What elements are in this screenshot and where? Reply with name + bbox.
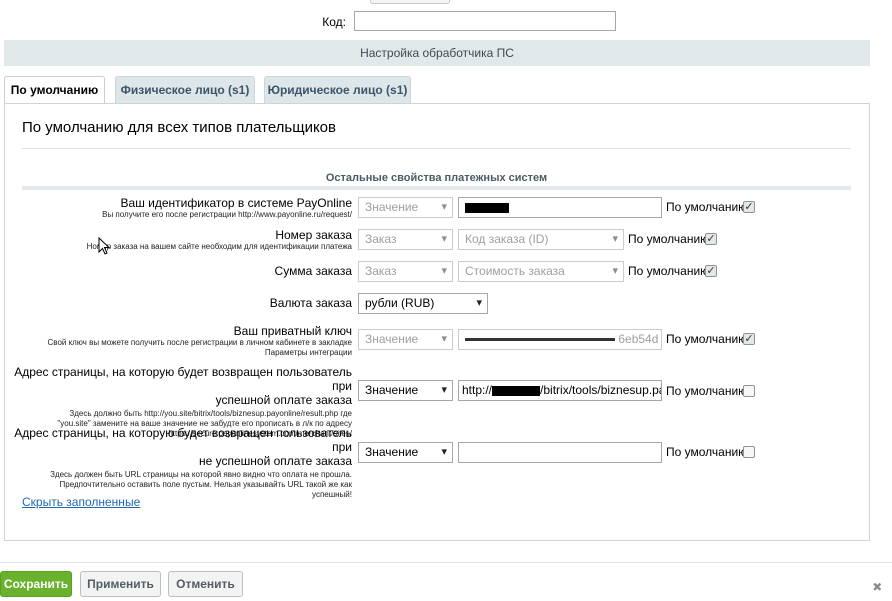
- success-url-default-checkbox[interactable]: [743, 385, 755, 397]
- field-label-order-number: Номер заказа Номер заказа на вашем сайте…: [86, 228, 352, 251]
- success-url-prefix: http://: [462, 383, 493, 397]
- currency-select[interactable]: рубли (RUB): [358, 293, 488, 314]
- success-url-input[interactable]: http:// /bitrix/tools/biznesup.pay: [458, 380, 662, 401]
- fail-url-default-checkbox[interactable]: [743, 446, 755, 458]
- field-label-private-key: Ваш приватный ключ Свой ключ вы можете п…: [47, 324, 352, 357]
- panel-title: По умолчанию для всех типов плательщиков: [22, 119, 336, 136]
- merchant-id-input[interactable]: [458, 197, 662, 218]
- order-sum-default-checkbox[interactable]: ✓: [705, 265, 717, 277]
- field-label-order-sum: Сумма заказа: [274, 264, 352, 278]
- mouse-pointer-icon: [98, 237, 110, 255]
- code-label: Код:: [322, 15, 346, 29]
- success-url-default-label: По умолчанию: [666, 384, 748, 398]
- cancel-button[interactable]: Отменить: [168, 571, 243, 597]
- merchant-id-default-checkbox[interactable]: ✓: [743, 201, 755, 213]
- field-label-currency: Валюта заказа: [269, 296, 352, 310]
- order-number-default-label: По умолчанию: [628, 232, 710, 246]
- save-button[interactable]: Сохранить: [0, 571, 72, 597]
- divider: [22, 148, 851, 149]
- order-number-type-select[interactable]: Заказ: [358, 229, 453, 250]
- success-url-type-select[interactable]: Значение: [358, 380, 453, 401]
- private-key-type-select[interactable]: Значение: [358, 329, 453, 350]
- apply-button[interactable]: Применить: [80, 571, 161, 597]
- subheading: Остальные свойства платежных систем: [325, 172, 548, 184]
- field-label-fail-url: Адрес страницы, на которую будет возвращ…: [14, 426, 352, 499]
- merchant-id-type-select[interactable]: Значение: [358, 197, 453, 218]
- code-input[interactable]: [354, 11, 616, 31]
- fail-url-type-select[interactable]: Значение: [358, 442, 453, 463]
- private-key-suffix: 6eb54d: [618, 332, 659, 346]
- private-key-default-label: По умолчанию: [666, 332, 748, 346]
- private-key-default-checkbox[interactable]: ✓: [743, 333, 755, 345]
- order-sum-type-select[interactable]: Заказ: [358, 261, 453, 282]
- field-label-merchant-id: Ваш идентификатор в системе PayOnline Вы…: [102, 196, 352, 219]
- top-button-stub[interactable]: [370, 0, 450, 4]
- tab-individual[interactable]: Физическое лицо (s1): [115, 76, 255, 103]
- tab-default[interactable]: По умолчанию: [4, 76, 105, 104]
- fail-url-default-label: По умолчанию: [666, 445, 748, 459]
- hide-filled-link[interactable]: Скрыть заполненные: [22, 495, 140, 509]
- order-sum-value-select[interactable]: Стоимость заказа: [458, 261, 624, 282]
- success-url-suffix: /bitrix/tools/biznesup.pay: [540, 383, 662, 397]
- tab-legal-entity[interactable]: Юридическое лицо (s1): [264, 76, 411, 103]
- order-number-value-select[interactable]: Код заказа (ID): [458, 229, 624, 250]
- subheading-rule: [22, 186, 851, 190]
- fail-url-input[interactable]: [458, 442, 662, 463]
- merchant-id-default-label: По умолчанию: [666, 200, 748, 214]
- section-title: Настройка обработчика ПС: [4, 40, 870, 66]
- private-key-input[interactable]: 6eb54d: [458, 329, 662, 350]
- order-sum-default-label: По умолчанию: [628, 264, 710, 278]
- order-number-default-checkbox[interactable]: ✓: [705, 233, 717, 245]
